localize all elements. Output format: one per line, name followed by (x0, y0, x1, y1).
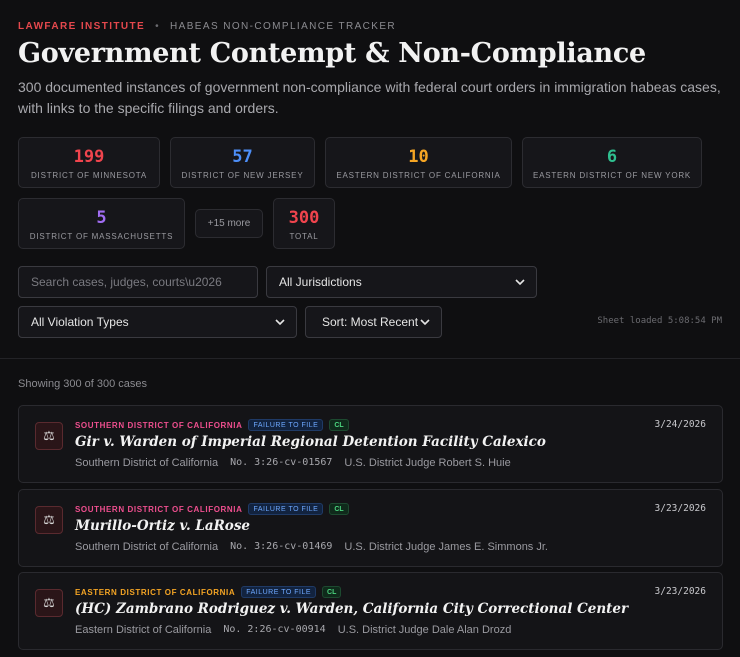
separator-dot: • (155, 20, 161, 32)
courtlistener-badge[interactable]: CL (329, 503, 349, 515)
case-meta: Southern District of California No. 3:26… (75, 541, 548, 553)
violation-badge: FAILURE TO FILE (241, 586, 317, 598)
section-name: HABEAS NON-COMPLIANCE TRACKER (170, 20, 397, 32)
violation-badge: FAILURE TO FILE (248, 419, 324, 431)
violation-badge: FAILURE TO FILE (248, 503, 324, 515)
eyebrow: LAWFARE INSTITUTE • HABEAS NON-COMPLIANC… (18, 20, 722, 32)
stat-label: DISTRICT OF MASSACHUSETTS (29, 232, 174, 241)
stat-card-minnesota[interactable]: 199 DISTRICT OF MINNESOTA (18, 137, 160, 188)
page-title: Government Contempt & Non-Compliance (18, 38, 646, 69)
stat-label: DISTRICT OF NEW JERSEY (181, 171, 304, 180)
stat-value: 10 (408, 147, 429, 167)
jurisdiction-value: All Jurisdictions (279, 275, 362, 289)
sort-select[interactable]: Sort: Most Recent (305, 306, 442, 338)
case-judge: U.S. District Judge Robert S. Huie (344, 457, 511, 469)
violation-type-value: All Violation Types (31, 315, 129, 329)
courtlistener-badge[interactable]: CL (322, 586, 342, 598)
stats-panel: 199 DISTRICT OF MINNESOTA 57 DISTRICT OF… (18, 137, 722, 249)
sort-value: Sort: Most Recent (322, 315, 419, 329)
stat-card-total: 300 TOTAL (273, 198, 335, 249)
stat-label: DISTRICT OF MINNESOTA (30, 171, 148, 180)
chevron-down-icon (515, 279, 525, 286)
org-name[interactable]: LAWFARE INSTITUTE (18, 21, 145, 32)
search-input[interactable]: Search cases, judges, courts\u2026 (18, 266, 258, 298)
case-judge: U.S. District Judge James E. Simmons Jr. (344, 541, 548, 553)
stat-card-eastern-new-york[interactable]: 6 EASTERN DISTRICT OF NEW YORK (522, 137, 702, 188)
court-tag: SOUTHERN DISTRICT OF CALIFORNIA (75, 504, 243, 514)
page-header: LAWFARE INSTITUTE • HABEAS NON-COMPLIANC… (0, 0, 740, 346)
stat-label: EASTERN DISTRICT OF NEW YORK (532, 171, 692, 180)
case-card[interactable]: ⚖ SOUTHERN DISTRICT OF CALIFORNIA FAILUR… (18, 405, 723, 483)
stat-card-massachusetts[interactable]: 5 DISTRICT OF MASSACHUSETTS (18, 198, 185, 249)
page-description: 300 documented instances of government n… (18, 79, 721, 116)
case-tags: SOUTHERN DISTRICT OF CALIFORNIA FAILURE … (75, 502, 349, 516)
case-meta: Southern District of California No. 3:26… (75, 457, 511, 469)
stat-value: 57 (232, 147, 253, 167)
case-date: 3/24/2026 (654, 419, 706, 430)
case-tags: SOUTHERN DISTRICT OF CALIFORNIA FAILURE … (75, 418, 349, 432)
gavel-icon: ⚖ (35, 506, 63, 534)
case-title[interactable]: Gir v. Warden of Imperial Regional Deten… (75, 434, 546, 450)
violation-type-select[interactable]: All Violation Types (18, 306, 297, 338)
case-docket: No. 3:26-cv-01469 (230, 541, 333, 552)
results-count: Showing 300 of 300 cases (18, 378, 148, 390)
courtlistener-badge[interactable]: CL (329, 419, 349, 431)
court-tag: EASTERN DISTRICT OF CALIFORNIA (75, 587, 236, 597)
court-tag: SOUTHERN DISTRICT OF CALIFORNIA (75, 420, 243, 430)
stat-label: TOTAL (289, 232, 319, 241)
case-date: 3/23/2026 (654, 503, 706, 514)
case-court: Eastern District of California (75, 624, 212, 636)
stat-value: 199 (73, 147, 105, 167)
filter-controls: Search cases, judges, courts\u2026 All J… (18, 266, 722, 346)
case-meta: Eastern District of California No. 2:26-… (75, 624, 511, 636)
stat-value: 5 (96, 208, 107, 228)
stat-value: 6 (606, 147, 618, 167)
case-date: 3/23/2026 (654, 586, 706, 597)
gavel-icon: ⚖ (35, 589, 63, 617)
chevron-down-icon (275, 319, 285, 326)
section-divider (0, 358, 740, 359)
more-districts-button[interactable]: +15 more (195, 209, 263, 238)
case-court: Southern District of California (75, 541, 219, 553)
case-title[interactable]: (HC) Zambrano Rodriguez v. Warden, Calif… (75, 601, 628, 617)
case-title[interactable]: Murillo-Ortiz v. LaRose (75, 518, 250, 534)
stat-value: 300 (288, 208, 320, 228)
case-docket: No. 3:26-cv-01567 (230, 457, 333, 468)
case-judge: U.S. District Judge Dale Alan Drozd (337, 624, 512, 636)
case-card[interactable]: ⚖ SOUTHERN DISTRICT OF CALIFORNIA FAILUR… (18, 489, 723, 567)
stat-card-new-jersey[interactable]: 57 DISTRICT OF NEW JERSEY (170, 137, 315, 188)
case-card[interactable]: ⚖ EASTERN DISTRICT OF CALIFORNIA FAILURE… (18, 572, 723, 650)
case-docket: No. 2:26-cv-00914 (223, 624, 326, 635)
case-tags: EASTERN DISTRICT OF CALIFORNIA FAILURE T… (75, 585, 342, 599)
stat-label: EASTERN DISTRICT OF CALIFORNIA (336, 171, 501, 180)
gavel-icon: ⚖ (35, 422, 63, 450)
chevron-down-icon (420, 319, 430, 326)
stat-card-eastern-california[interactable]: 10 EASTERN DISTRICT OF CALIFORNIA (325, 137, 512, 188)
case-court: Southern District of California (75, 457, 219, 469)
jurisdiction-select[interactable]: All Jurisdictions (266, 266, 537, 298)
sheet-loaded-status: Sheet loaded 5:08:54 PM (597, 316, 722, 326)
